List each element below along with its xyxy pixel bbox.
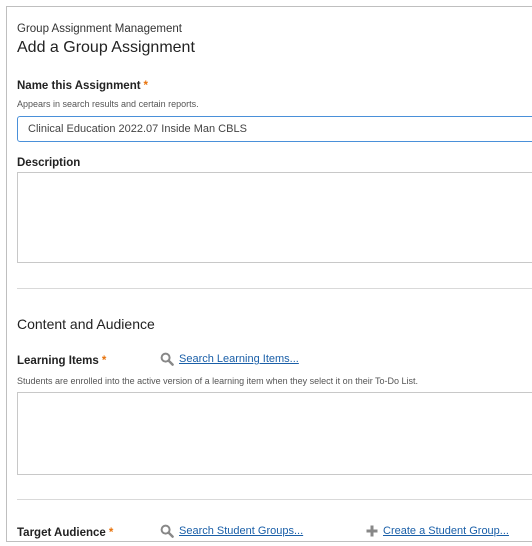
required-mark: *	[108, 527, 114, 539]
learning-items-label-text: Learning Items	[17, 355, 99, 367]
name-field-help: Appears in search results and certain re…	[17, 99, 199, 109]
search-learning-items-text: Search Learning Items...	[179, 353, 299, 365]
search-student-groups-link[interactable]: Search Student Groups...	[160, 524, 303, 543]
plus-icon	[366, 525, 378, 537]
required-mark: *	[143, 80, 149, 92]
content-audience-heading: Content and Audience	[17, 316, 155, 332]
section-divider	[17, 499, 532, 500]
create-student-group-text: Create a Student Group...	[383, 525, 509, 537]
learning-items-help: Students are enrolled into the active ve…	[17, 376, 419, 386]
search-learning-items-link[interactable]: Search Learning Items...	[160, 352, 299, 371]
search-student-groups-text: Search Student Groups...	[179, 525, 304, 537]
learning-items-box[interactable]	[17, 392, 532, 475]
required-mark: *	[101, 355, 107, 367]
description-label: Description	[17, 157, 81, 169]
name-label-text: Name this Assignment	[17, 80, 141, 92]
target-audience-label: Target Audience *	[17, 527, 113, 539]
name-field-label: Name this Assignment *	[17, 80, 148, 92]
create-student-group-link[interactable]: Create a Student Group...	[366, 524, 509, 542]
target-audience-label-text: Target Audience	[17, 527, 106, 539]
section-divider	[17, 288, 532, 289]
assignment-name-input[interactable]	[17, 116, 532, 142]
magnifier-icon	[160, 524, 174, 538]
page-title: Add a Group Assignment	[17, 39, 195, 56]
magnifier-icon	[160, 352, 174, 366]
breadcrumb[interactable]: Group Assignment Management	[17, 23, 182, 35]
learning-items-label: Learning Items *	[17, 355, 106, 367]
description-textarea[interactable]	[17, 172, 532, 263]
